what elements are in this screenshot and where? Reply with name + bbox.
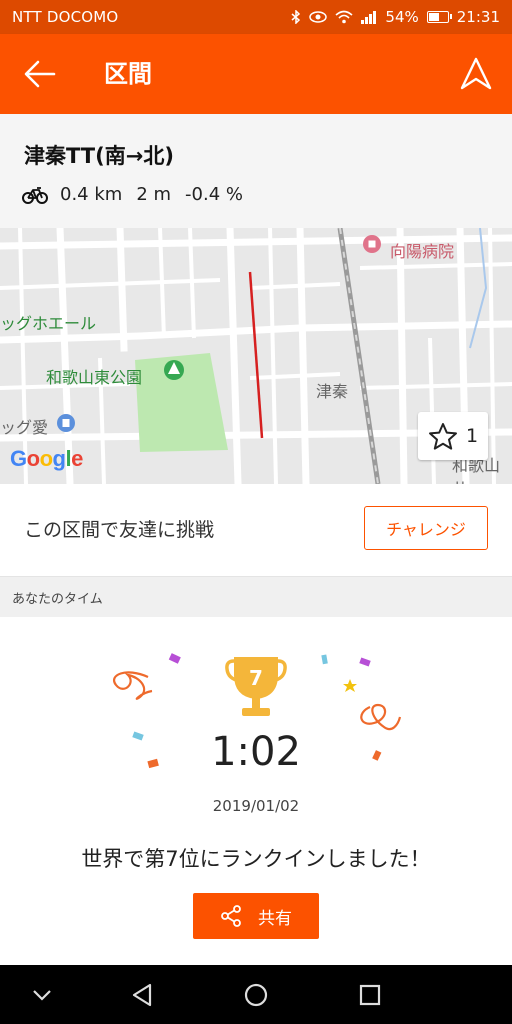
- result-card: 7 1:02 2019/01/02 世界で第7位にランクインしました！ 共有: [0, 617, 512, 965]
- collapse-chevron-icon[interactable]: [26, 979, 58, 1011]
- battery-icon: [426, 11, 452, 23]
- share-icon: [221, 905, 241, 927]
- map-label-hospital: 向陽病院: [390, 242, 455, 261]
- bike-icon: [22, 186, 48, 204]
- back-arrow-icon[interactable]: [22, 56, 58, 92]
- map-label-drugstore: ッグ愛: [0, 418, 49, 437]
- challenge-button[interactable]: チャレンジ: [364, 506, 488, 550]
- rank-message: 世界で第7位にランクインしました！: [81, 847, 431, 871]
- challenge-text: この区間で友達に挑戦: [24, 519, 215, 541]
- segment-elevation: 2 m: [136, 184, 172, 205]
- star-count: 1: [465, 425, 479, 447]
- segment-stats: 0.4 km 2 m -0.4 %: [22, 184, 257, 205]
- activity-date: 2019/01/02: [212, 797, 300, 815]
- segment-header: 津秦TT(南→北) 0.4 km 2 m -0.4 %: [0, 114, 512, 228]
- segment-distance: 0.4 km: [60, 184, 123, 205]
- battery-percent: 54%: [385, 8, 419, 26]
- segment-name: 津秦TT(南→北): [24, 144, 174, 168]
- trophy-icon: 7: [225, 657, 287, 716]
- star-icon: [428, 423, 457, 450]
- map-label-area: 津秦: [316, 382, 349, 401]
- navigate-icon[interactable]: [458, 56, 494, 92]
- clock: 21:31: [456, 8, 500, 26]
- share-label: 共有: [258, 908, 292, 929]
- status-icons: 54% 21:31: [291, 8, 500, 26]
- wifi-icon: [335, 10, 353, 24]
- share-button[interactable]: 共有: [193, 893, 319, 939]
- segment-map[interactable]: 向陽病院 ッグホエール 和歌山東公園 津秦 ッグ愛 和歌山井 Google 1: [0, 228, 512, 484]
- eye-icon: [309, 11, 328, 23]
- home-circle-icon[interactable]: [240, 979, 272, 1011]
- elapsed-time: 1:02: [211, 729, 301, 775]
- carrier-name: NTT DOCOMO: [12, 8, 119, 26]
- map-label-business: ッグホエール: [0, 314, 97, 333]
- map-label-park: 和歌山東公園: [46, 368, 143, 387]
- signal-icon: [361, 10, 377, 24]
- google-logo: Google: [10, 446, 83, 471]
- status-bar: NTT DOCOMO 54% 21:31: [0, 0, 512, 34]
- trophy-rank: 7: [249, 666, 263, 690]
- segment-grade: -0.4 %: [185, 184, 243, 205]
- back-triangle-icon[interactable]: [126, 979, 158, 1011]
- page-title: 区間: [104, 60, 152, 88]
- recents-square-icon[interactable]: [354, 979, 386, 1011]
- bluetooth-icon: [291, 10, 301, 24]
- your-time-header: あなたのタイム: [0, 577, 512, 617]
- challenge-row: この区間で友達に挑戦 チャレンジ: [0, 484, 512, 577]
- system-nav-bar: [0, 965, 512, 1024]
- star-button[interactable]: 1: [418, 412, 488, 460]
- app-bar: 区間: [0, 34, 512, 114]
